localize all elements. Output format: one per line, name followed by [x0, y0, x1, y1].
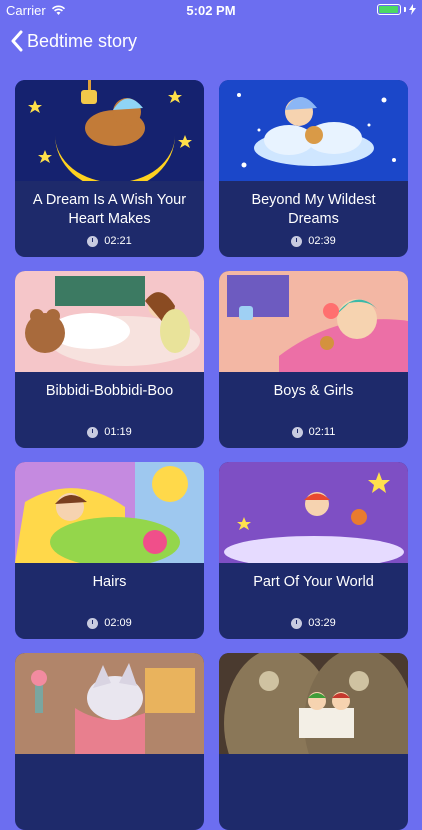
clock-icon — [87, 617, 99, 629]
duration-label: 02:11 — [308, 426, 336, 438]
duration-label: 01:19 — [104, 426, 132, 438]
story-card[interactable]: Bibbidi-Bobbidi-Boo 01:19 — [15, 271, 204, 448]
charging-icon — [409, 4, 416, 15]
battery-indicator — [377, 4, 416, 15]
story-card[interactable]: Beyond My Wildest Dreams 02:39 — [219, 80, 408, 257]
battery-icon — [377, 4, 401, 15]
clock-icon — [291, 617, 303, 629]
clock-icon — [291, 235, 303, 247]
battery-fill — [379, 6, 398, 13]
story-thumbnail — [15, 80, 204, 181]
story-title: Bibbidi-Bobbidi-Boo — [45, 383, 174, 399]
story-duration: 02:09 — [15, 617, 204, 629]
story-title: A Dream Is A Wish Your Heart Makes — [32, 192, 187, 227]
story-title: Beyond My Wildest Dreams — [251, 192, 376, 227]
story-thumbnail — [219, 462, 408, 563]
story-card[interactable] — [219, 653, 408, 830]
story-thumbnail — [15, 271, 204, 372]
nav-bar: Bedtime story — [0, 28, 422, 60]
status-bar: Carrier 5:02 PM — [0, 0, 422, 22]
story-card[interactable] — [15, 653, 204, 830]
clock-icon — [87, 426, 99, 438]
back-button[interactable]: Bedtime story — [10, 30, 137, 52]
story-thumbnail — [219, 80, 408, 181]
story-thumbnail — [15, 653, 204, 754]
story-card[interactable]: A Dream Is A Wish Your Heart Makes 02:21 — [15, 80, 204, 257]
story-thumbnail — [219, 653, 408, 754]
story-title: Hairs — [92, 574, 127, 590]
battery-tip — [404, 7, 406, 12]
clock-icon — [87, 235, 99, 247]
story-thumbnail — [15, 462, 204, 563]
story-title: Part Of Your World — [253, 574, 374, 590]
story-title: Boys & Girls — [273, 383, 354, 399]
story-duration: 02:11 — [219, 426, 408, 438]
story-card[interactable]: Boys & Girls 02:11 — [219, 271, 408, 448]
page-title: Bedtime story — [27, 30, 138, 51]
duration-label: 02:21 — [104, 235, 132, 247]
duration-label: 02:39 — [308, 235, 336, 247]
clock-icon — [291, 426, 303, 438]
story-duration: 03:29 — [219, 617, 408, 629]
story-duration: 01:19 — [15, 426, 204, 438]
status-time: 5:02 PM — [186, 3, 236, 18]
story-thumbnail — [219, 271, 408, 372]
story-duration: 02:21 — [15, 235, 204, 247]
story-card[interactable]: Hairs 02:09 — [15, 462, 204, 639]
chevron-left-icon — [11, 30, 23, 52]
story-card[interactable]: Part Of Your World 03:29 — [219, 462, 408, 639]
duration-label: 02:09 — [104, 617, 132, 629]
duration-label: 03:29 — [308, 617, 336, 629]
story-duration: 02:39 — [219, 235, 408, 247]
